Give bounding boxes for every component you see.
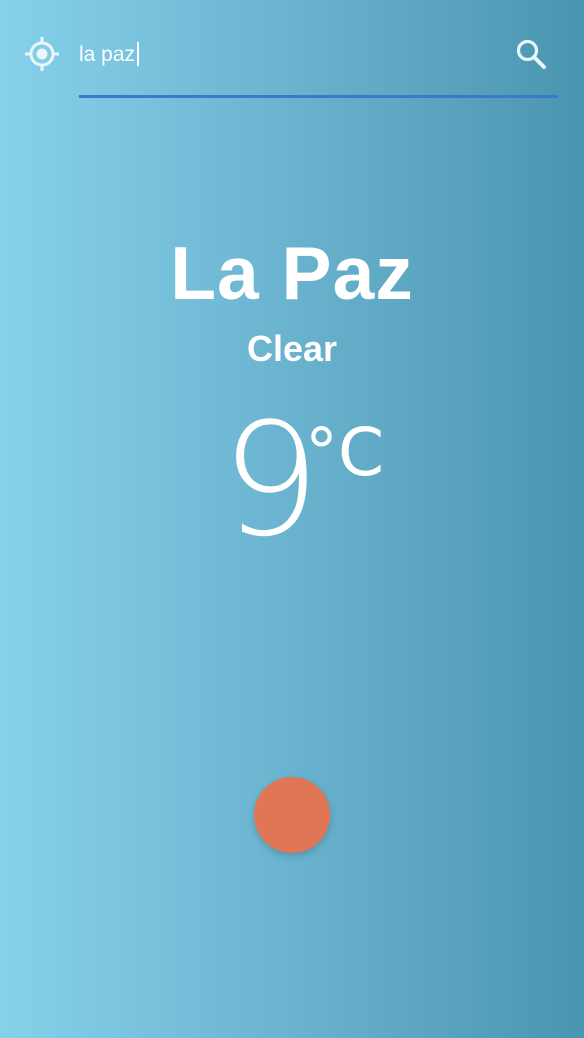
weather-condition: Clear [246, 328, 338, 369]
city-search-input[interactable] [79, 38, 499, 72]
city-name: La Paz [170, 231, 414, 315]
temperature-unit: °C [305, 414, 385, 491]
temperature-display: 9 °C [0, 402, 584, 558]
weather-screen: La Paz Clear 9 °C [0, 0, 584, 1038]
floating-action-button[interactable] [254, 777, 330, 853]
my-location-button[interactable] [22, 34, 62, 74]
search-icon [516, 39, 546, 69]
search-button[interactable] [511, 34, 551, 74]
search-underline [79, 95, 558, 98]
my-location-icon [25, 37, 59, 71]
text-caret [137, 42, 139, 66]
